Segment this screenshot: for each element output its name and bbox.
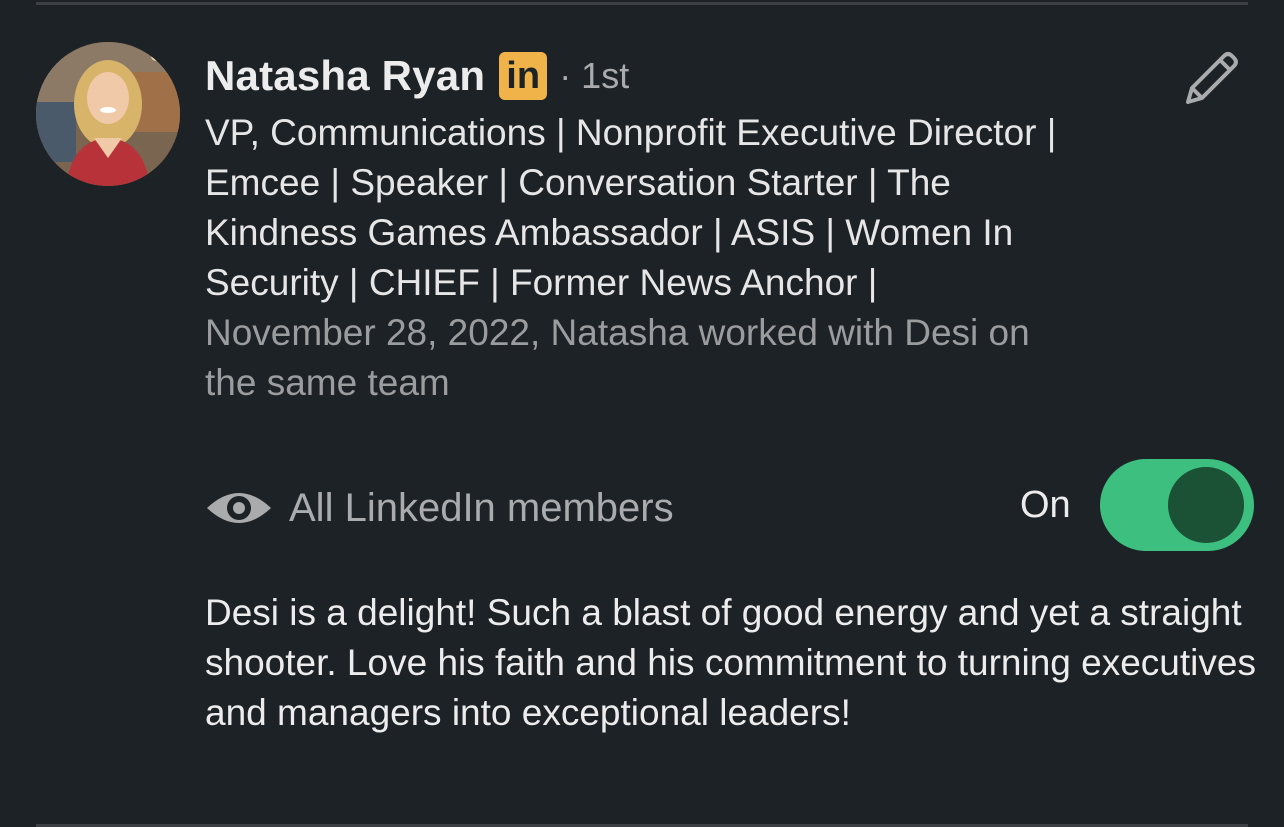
toggle-knob [1168,467,1244,543]
recommender-info: Natasha Ryan in · 1st VP, Communications… [205,48,1155,408]
name-row: Natasha Ryan in · 1st [205,48,1155,104]
pencil-icon [1186,52,1238,104]
edit-button[interactable] [1176,44,1246,114]
visibility-label: All LinkedIn members [289,485,674,530]
connection-degree: · 1st [559,55,630,96]
relationship-text: November 28, 2022, Natasha worked with D… [205,312,1030,403]
avatar-photo [36,42,180,186]
linkedin-icon: in [499,52,548,100]
top-divider [36,2,1248,5]
recommender-headline: VP, Communications | Nonprofit Executive… [205,112,1057,303]
eye-icon [205,486,273,530]
visibility-toggle[interactable] [1100,459,1254,551]
toggle-state-label: On [1020,484,1071,526]
avatar[interactable] [36,42,180,186]
recommender-name[interactable]: Natasha Ryan [205,52,485,100]
recommendation-text: Desi is a delight! Such a blast of good … [205,592,1256,733]
visibility-setting: All LinkedIn members [205,482,674,534]
